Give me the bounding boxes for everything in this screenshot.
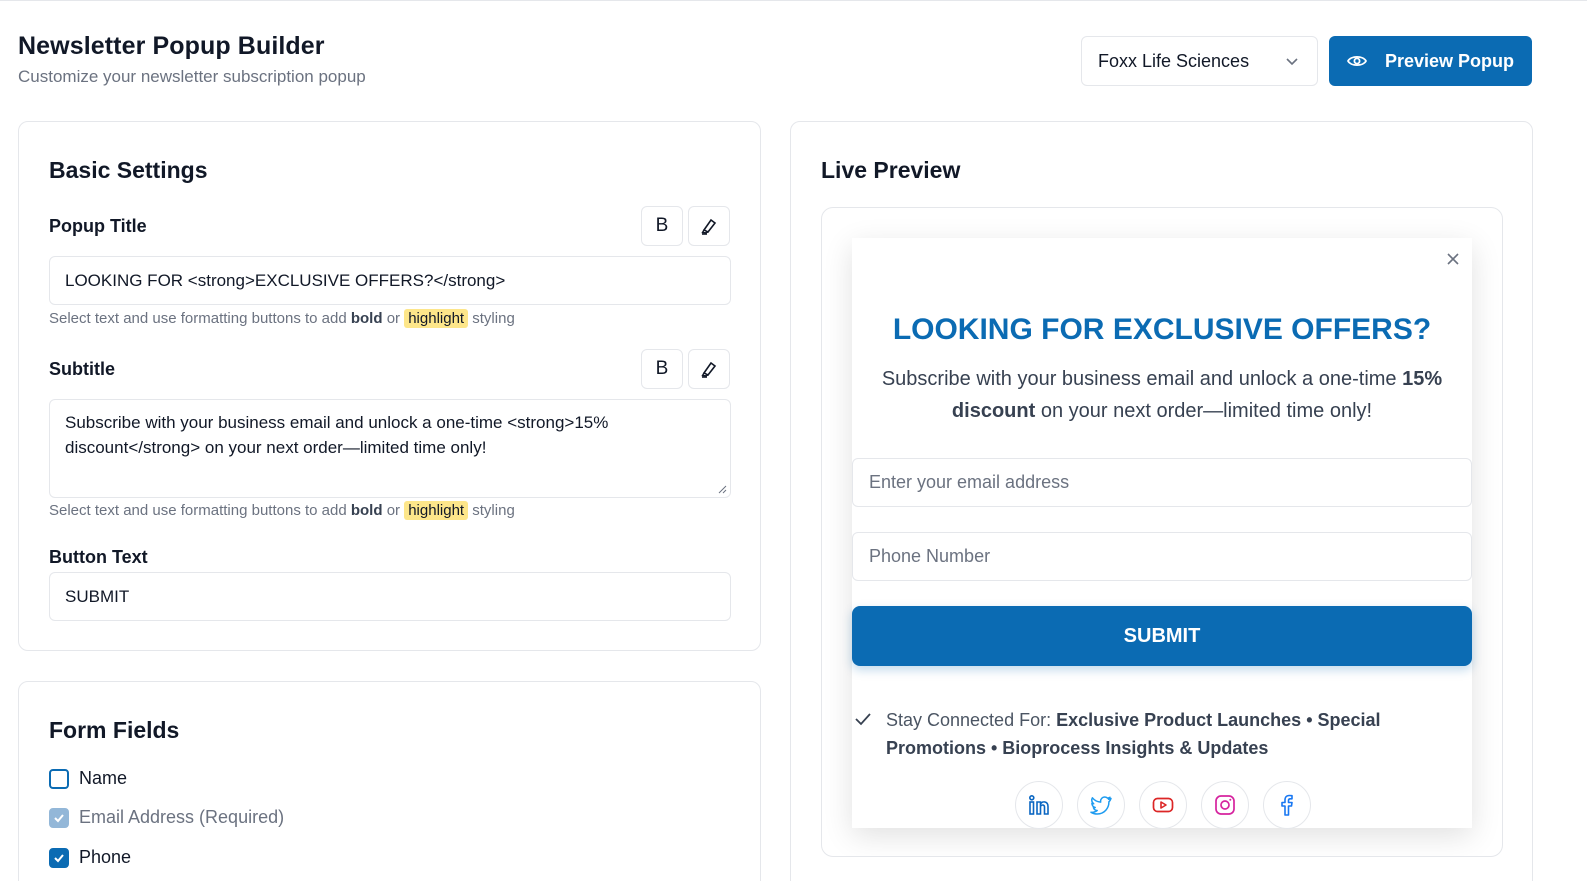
popup-heading-plain: LOOKING FOR	[892, 313, 1105, 346]
youtube-icon	[1152, 797, 1174, 813]
basic-settings-title: Basic Settings	[49, 157, 208, 183]
live-preview-card: Live Preview LOOKING FOR EXCLUSIVE OFFER…	[790, 121, 1533, 881]
highlighter-icon	[701, 361, 717, 378]
field-phone-checkbox[interactable]: Phone	[49, 847, 131, 868]
subtitle-value: Subscribe with your business email and u…	[65, 413, 609, 457]
popup-title-input[interactable]: LOOKING FOR <strong>EXCLUSIVE OFFERS?</s…	[49, 256, 731, 305]
stay-connected: Stay Connected For: Exclusive Product La…	[854, 706, 1414, 762]
subtitle-textarea[interactable]: Subscribe with your business email and u…	[49, 399, 731, 498]
bold-button[interactable]: B	[641, 206, 683, 246]
field-name-checkbox[interactable]: Name	[49, 768, 127, 789]
preview-frame: LOOKING FOR EXCLUSIVE OFFERS? Subscribe …	[821, 207, 1503, 857]
hint-text: Select text and use formatting buttons t…	[49, 502, 347, 519]
popup-heading-bold: EXCLUSIVE OFFERS?	[1112, 313, 1432, 346]
field-email-checkbox: Email Address (Required)	[49, 807, 284, 828]
facebook-icon	[1281, 794, 1293, 816]
youtube-link[interactable]	[1139, 781, 1187, 829]
stay-prefix: Stay Connected For:	[886, 710, 1052, 730]
facebook-link[interactable]	[1263, 781, 1311, 829]
phone-input[interactable]: Phone Number	[852, 532, 1472, 581]
button-text-input[interactable]: SUBMIT	[49, 572, 731, 621]
hint-or: or	[386, 310, 401, 327]
eye-icon	[1346, 55, 1367, 67]
popup-heading: LOOKING FOR EXCLUSIVE OFFERS?	[852, 313, 1472, 347]
hint-suffix: styling	[472, 502, 515, 519]
highlight-button[interactable]	[688, 349, 730, 389]
subtitle-format-buttons: B	[641, 349, 730, 389]
button-text-label: Button Text	[49, 547, 148, 567]
hint-highlight: highlight	[404, 501, 469, 520]
popup-title-format-buttons: B	[641, 206, 730, 246]
checkbox-label: Phone	[79, 847, 132, 867]
checkbox-label: Name	[79, 768, 128, 788]
checkbox[interactable]	[49, 847, 69, 868]
header-actions: Foxx Life Sciences Preview Popup	[1081, 36, 1532, 86]
basic-settings-card: Basic Settings Popup Title B LOOKING FOR…	[18, 121, 761, 651]
hint-suffix: styling	[472, 310, 515, 327]
subtitle-label: Subtitle	[49, 359, 115, 379]
live-preview-title: Live Preview	[821, 157, 961, 183]
resize-handle-icon[interactable]	[718, 485, 727, 494]
form-fields-card: Form Fields Name Email Address (Required…	[18, 681, 761, 881]
brand-select[interactable]: Foxx Life Sciences	[1081, 36, 1318, 86]
check-icon	[855, 713, 871, 726]
linkedin-link[interactable]	[1015, 781, 1063, 829]
check-icon	[54, 813, 64, 822]
popup-title-hint: Select text and use formatting buttons t…	[49, 309, 515, 328]
instagram-icon	[1215, 795, 1235, 815]
chevron-down-icon	[1286, 58, 1298, 66]
close-icon[interactable]	[1446, 252, 1460, 266]
newsletter-popup: LOOKING FOR EXCLUSIVE OFFERS? Subscribe …	[852, 238, 1472, 829]
checkbox[interactable]	[49, 768, 69, 789]
social-links	[1015, 781, 1311, 829]
popup-subtitle-end: on your next order—limited time only!	[1040, 400, 1373, 422]
checkbox-label: Email Address (Required)	[79, 807, 285, 827]
email-input[interactable]: Enter your email address	[852, 458, 1472, 507]
popup-subtitle: Subscribe with your business email and u…	[862, 363, 1462, 427]
twitter-icon	[1090, 796, 1112, 815]
checkbox	[49, 807, 69, 828]
popup-title-label: Popup Title	[49, 216, 147, 236]
popup-subtitle-start: Subscribe with your business email and u…	[881, 368, 1397, 390]
preview-popup-label: Preview Popup	[1384, 50, 1515, 71]
hint-highlight: highlight	[404, 309, 469, 328]
twitter-link[interactable]	[1077, 781, 1125, 829]
submit-button[interactable]: SUBMIT	[852, 606, 1472, 666]
check-icon	[54, 853, 64, 862]
hint-bold: bold	[350, 502, 383, 519]
hint-bold: bold	[350, 310, 383, 327]
brand-select-value: Foxx Life Sciences	[1098, 50, 1250, 71]
page-header: Newsletter Popup Builder Customize your …	[18, 32, 366, 87]
highlight-button[interactable]	[688, 206, 730, 246]
instagram-link[interactable]	[1201, 781, 1249, 829]
subtitle-hint: Select text and use formatting buttons t…	[49, 501, 515, 520]
bold-button[interactable]: B	[641, 349, 683, 389]
preview-popup-button[interactable]: Preview Popup	[1329, 36, 1532, 86]
form-fields-title: Form Fields	[49, 717, 180, 743]
hint-or: or	[386, 502, 401, 519]
page-subtitle: Customize your newsletter subscription p…	[18, 67, 366, 86]
linkedin-icon	[1029, 795, 1049, 815]
stay-connected-text: Stay Connected For: Exclusive Product La…	[886, 706, 1414, 762]
highlighter-icon	[701, 218, 717, 235]
hint-text: Select text and use formatting buttons t…	[49, 310, 347, 327]
page-title: Newsletter Popup Builder	[18, 32, 325, 60]
